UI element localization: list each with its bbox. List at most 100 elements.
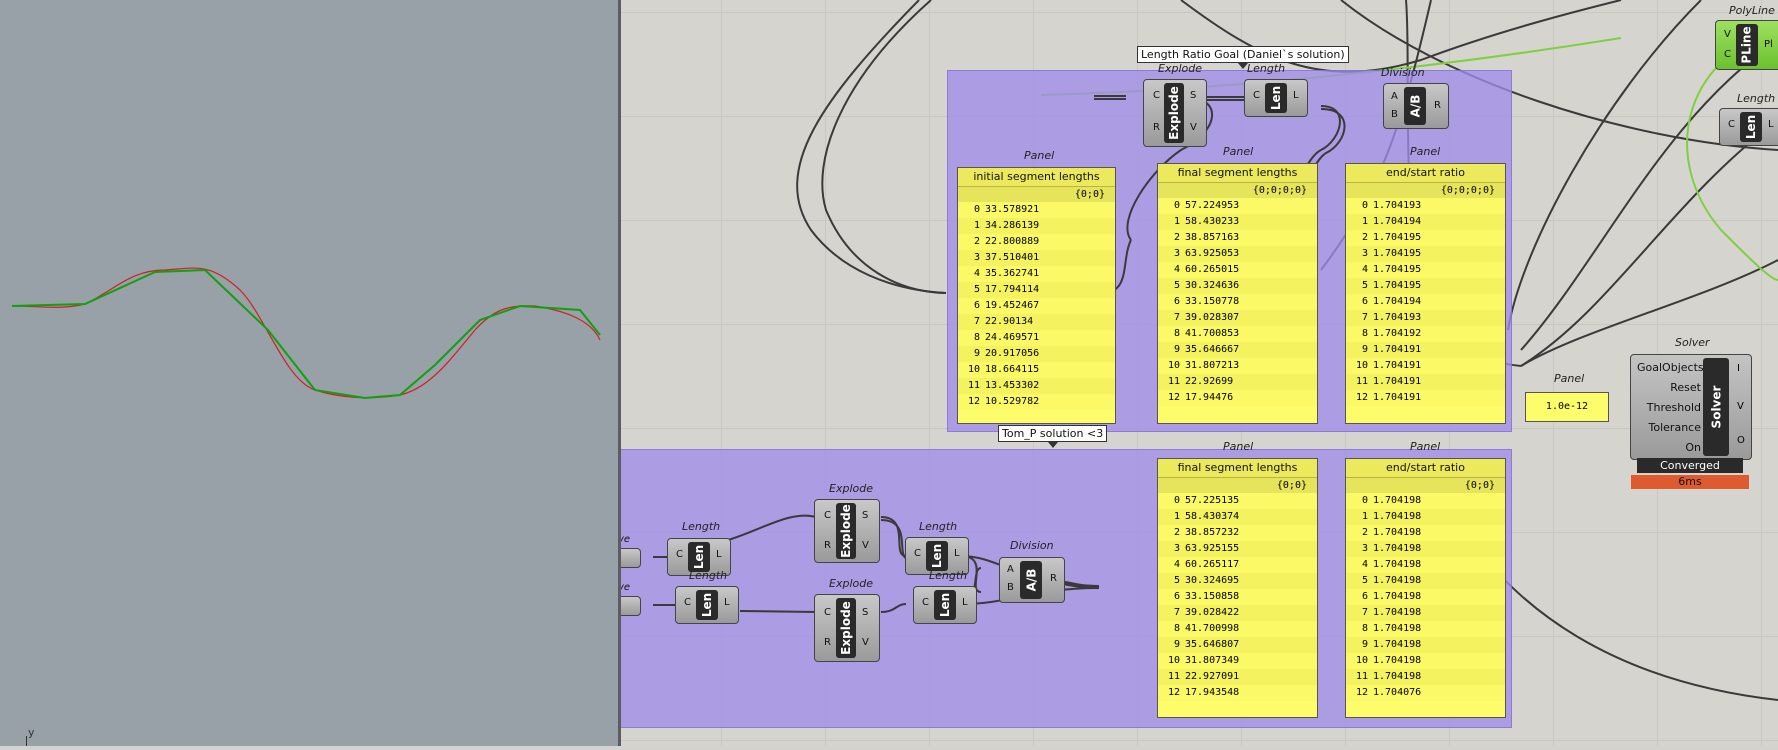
final-lengths-panel-b[interactable]: final segment lengths {0;0} 0 57.225135 1 5… (1157, 458, 1318, 718)
explode-title: Explode (1158, 62, 1202, 75)
polyline-component[interactable]: V C PLine Pl (1715, 20, 1778, 70)
panel-row: 1 1.704198 (1346, 509, 1505, 525)
solver-input-reset[interactable]: Reset (1637, 381, 1701, 394)
solver-output-o[interactable]: O (1737, 435, 1745, 446)
panel-title: Panel (1223, 440, 1254, 453)
row-index: 3 (973, 252, 980, 263)
initial-lengths-panel[interactable]: initial segment lengths {0;0} 0 33.578921… (957, 167, 1116, 424)
row-value: 35.646667 (1185, 344, 1240, 355)
row-value: 1.704198 (1373, 575, 1422, 586)
length-core: Len (688, 542, 710, 572)
pin-c[interactable]: C (914, 548, 921, 559)
ratio-panel-b[interactable]: end/start ratio {0;0} 0 1.704198 1 1.704198… (1345, 458, 1506, 718)
solver-input-threshold[interactable]: Threshold (1637, 401, 1701, 414)
row-value: 31.807213 (1185, 360, 1240, 371)
pin-c[interactable]: C (684, 597, 691, 608)
pin-v[interactable]: V (1724, 29, 1731, 40)
pin-c[interactable]: C (1724, 49, 1731, 60)
solver-input-goalobjects[interactable]: GoalObjects (1637, 361, 1704, 374)
pin-r[interactable]: R (1153, 122, 1160, 133)
final-lengths-panel-a[interactable]: final segment lengths {0;0;0;0} 0 57.2249… (1157, 163, 1318, 424)
solver-output-i[interactable]: I (1737, 363, 1740, 374)
row-index: 12 (967, 396, 980, 407)
length-component-b2[interactable]: C Len L (675, 586, 739, 624)
panel-row: 8 24.469571 (958, 330, 1115, 346)
pin-r[interactable]: R (824, 637, 831, 648)
pin-c[interactable]: C (824, 510, 831, 521)
grasshopper-canvas[interactable]: Length Ratio Goal (Daniel`s solution) To… (621, 0, 1778, 746)
pin-b[interactable]: B (1007, 582, 1014, 593)
pin-c[interactable]: C (824, 607, 831, 618)
pin-a[interactable]: A (1391, 91, 1398, 102)
row-value: 34.286139 (985, 220, 1040, 231)
pin-c[interactable]: C (1253, 90, 1260, 101)
pin-c[interactable]: C (922, 597, 929, 608)
row-value: 13.453302 (985, 380, 1040, 391)
curve-stub-1[interactable]: ve (621, 534, 641, 568)
row-value: 1.704195 (1373, 232, 1422, 243)
pin-v[interactable]: V (1190, 122, 1197, 133)
pin-l[interactable]: L (1293, 90, 1299, 101)
explode-component-b1[interactable]: C R Explode S V (814, 499, 880, 563)
panel-row: 11 22.927091 (1158, 669, 1317, 685)
row-value: 60.265015 (1185, 264, 1240, 275)
pin-a[interactable]: A (1007, 564, 1014, 575)
ratio-panel-a[interactable]: end/start ratio {0;0;0;0} 0 1.704193 1 1.70… (1345, 163, 1506, 424)
pin-c[interactable]: C (1728, 119, 1735, 130)
panel-row: 7 22.90134 (958, 314, 1115, 330)
length-title: Length (682, 520, 721, 533)
length-component-b4[interactable]: C Len L (913, 586, 977, 624)
length-component[interactable]: C Len L (1244, 79, 1308, 117)
rhino-viewport[interactable]: y (0, 0, 618, 746)
explode-title: Explode (829, 577, 873, 590)
pin-l[interactable]: L (716, 549, 722, 560)
row-index: 10 (1355, 360, 1368, 371)
length-core: Len (696, 590, 718, 620)
pin-s[interactable]: S (862, 510, 868, 521)
division-title: Division (1381, 66, 1425, 79)
curve-stub-2[interactable]: ve (621, 582, 641, 616)
row-value: 1.704198 (1373, 671, 1422, 682)
length-title: Length (929, 569, 968, 582)
row-value: 41.700998 (1185, 623, 1240, 634)
solver-component[interactable]: GoalObjects Reset Threshold Tolerance On… (1630, 354, 1752, 460)
pin-v[interactable]: V (862, 637, 869, 648)
row-value: 39.028307 (1185, 312, 1240, 323)
pin-c[interactable]: C (676, 549, 683, 560)
row-index: 2 (1173, 232, 1180, 243)
pin-r[interactable]: R (1050, 573, 1057, 584)
pin-l[interactable]: L (1768, 119, 1774, 130)
explode-component[interactable]: C R Explode S V (1143, 79, 1207, 147)
row-value: 1.704198 (1373, 639, 1422, 650)
curve-fragment-label: ve (621, 534, 631, 545)
pin-v[interactable]: V (862, 540, 869, 551)
pin-s[interactable]: S (862, 607, 868, 618)
row-index: 8 (1173, 328, 1180, 339)
panel-row: 11 13.453302 (958, 378, 1115, 394)
solver-output-v[interactable]: V (1737, 401, 1744, 412)
panel-row: 3 37.510401 (958, 250, 1115, 266)
threshold-panel[interactable]: 1.0e-12 (1525, 392, 1609, 422)
pin-c[interactable]: C (1153, 90, 1160, 101)
pin-s[interactable]: S (1190, 90, 1196, 101)
row-value: 1.704198 (1373, 591, 1422, 602)
division-component[interactable]: A B A/B R (1383, 83, 1449, 129)
pin-b[interactable]: B (1391, 109, 1398, 120)
solver-input-tolerance[interactable]: Tolerance (1637, 421, 1701, 434)
pin-r[interactable]: R (824, 540, 831, 551)
length-component-right[interactable]: C Len L (1719, 108, 1778, 146)
explode-component-b2[interactable]: C R Explode S V (814, 594, 880, 662)
row-value: 58.430233 (1185, 216, 1240, 227)
row-value: 1.704191 (1373, 392, 1422, 403)
panel-row: 6 1.704194 (1346, 294, 1505, 310)
pin-l[interactable]: L (954, 548, 960, 559)
pin-l[interactable]: L (724, 597, 730, 608)
row-index: 9 (1361, 344, 1368, 355)
pin-r[interactable]: R (1434, 100, 1441, 111)
row-value: 10.529782 (985, 396, 1040, 407)
division-component-b[interactable]: A B A/B R (999, 557, 1065, 603)
pin-pl[interactable]: Pl (1764, 39, 1773, 50)
pin-l[interactable]: L (962, 597, 968, 608)
panel-row: 11 22.92699 (1158, 374, 1317, 390)
solver-input-on[interactable]: On (1637, 441, 1701, 454)
